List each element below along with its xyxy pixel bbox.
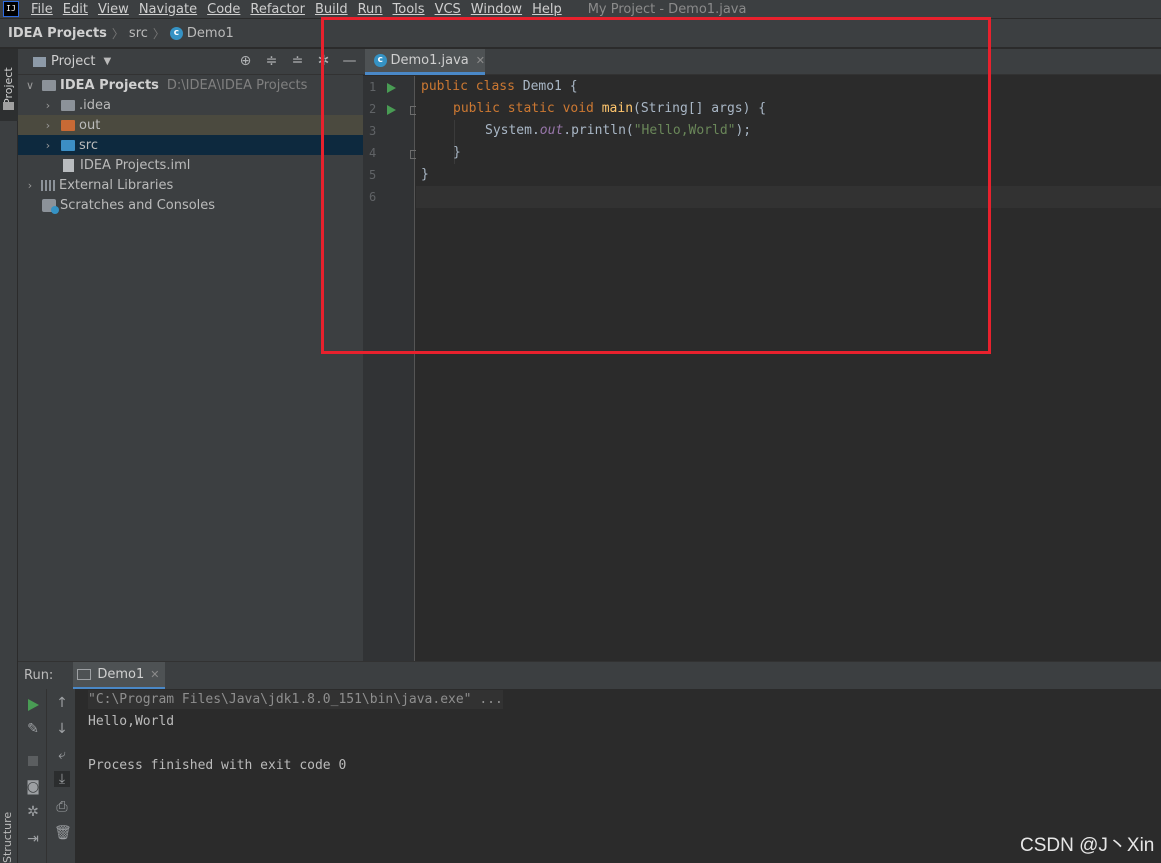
tree-item-label: External Libraries [59, 177, 174, 193]
left-tool-strip: Project Structure [0, 49, 18, 863]
scroll-to-end-icon[interactable]: ⤓ [54, 771, 70, 787]
arrow-down-icon[interactable]: ↓ [54, 721, 70, 737]
close-icon[interactable]: ✕ [150, 668, 159, 681]
chevron-down-icon[interactable]: ▼ [103, 56, 111, 67]
intellij-logo-icon: IJ [3, 1, 19, 17]
tree-item-src[interactable]: › src [18, 135, 363, 155]
soft-wrap-icon[interactable]: ⤶ [54, 747, 70, 763]
run-toolbar-primary: ✎ ◙ ✲ ⇥ [18, 689, 47, 863]
tree-item-iml[interactable]: IDEA Projects.iml [18, 155, 363, 175]
arrow-up-icon[interactable]: ↑ [54, 695, 70, 711]
breadcrumb-demo1[interactable]: Demo1 [187, 26, 234, 41]
console-output-line: Hello,World [88, 714, 175, 729]
menu-file[interactable]: File [31, 2, 53, 17]
collapse-all-icon[interactable]: ≐ [290, 54, 305, 69]
java-class-icon: c [169, 26, 183, 40]
project-tool-tab-label: Project [2, 67, 15, 105]
project-panel-header: Project ▼ ⊕ ≑ ≐ ✲ — [18, 49, 363, 75]
run-tab-demo1[interactable]: Demo1 ✕ [73, 661, 166, 690]
trash-icon[interactable]: 🗑 [54, 825, 72, 841]
tree-item-idea-projects[interactable]: ∨ IDEA Projects D:\IDEA\IDEA Projects [18, 75, 363, 95]
breadcrumb-separator-icon: 〉 [152, 26, 165, 41]
project-view-icon [33, 56, 46, 67]
locate-file-icon[interactable]: ⊕ [238, 54, 253, 69]
tree-item-external-libraries[interactable]: › External Libraries [18, 175, 363, 195]
menu-edit[interactable]: Edit [63, 2, 88, 17]
chevron-right-icon[interactable]: › [42, 119, 54, 132]
tree-item-label: out [79, 117, 101, 133]
project-panel: Project ▼ ⊕ ≑ ≐ ✲ — ∨ IDEA Projects D:\I… [18, 49, 363, 661]
structure-tool-tab-label: Structure [1, 811, 14, 863]
chevron-right-icon[interactable]: › [24, 179, 36, 192]
tree-item-label: Scratches and Consoles [60, 197, 216, 213]
scratches-icon [42, 198, 59, 214]
project-view-selector[interactable]: Project [51, 54, 95, 69]
tree-item-out[interactable]: › out [18, 115, 363, 135]
window-title: My Project - Demo1.java [587, 1, 747, 17]
output-folder-icon [61, 119, 75, 131]
wrench-icon[interactable]: ✎ [25, 721, 41, 737]
menu-bar: IJ File Edit View Navigate Code Refactor… [0, 0, 1161, 18]
folder-icon [3, 102, 14, 110]
chevron-down-icon[interactable]: ∨ [24, 79, 36, 92]
run-console[interactable]: "C:\Program Files\Java\jdk1.8.0_151\bin\… [76, 689, 1161, 863]
rerun-icon[interactable] [25, 697, 41, 713]
console-icon [77, 668, 92, 680]
run-toolbar-secondary: ↑ ↓ ⤶ ⤓ ⎙ 🗑 [47, 689, 76, 863]
tree-item-scratches[interactable]: Scratches and Consoles [18, 195, 363, 215]
menu-code[interactable]: Code [207, 2, 240, 17]
source-folder-icon [61, 139, 75, 151]
menu-view[interactable]: View [98, 2, 129, 17]
breadcrumb-project[interactable]: IDEA Projects [8, 26, 107, 41]
tree-item-label: .idea [79, 97, 111, 113]
iml-file-icon [63, 158, 74, 172]
tree-item-path: D:\IDEA\IDEA Projects [166, 77, 308, 93]
watermark: CSDN @J丶Xin [1020, 835, 1155, 856]
run-tab-label: Demo1 [97, 666, 145, 682]
tree-item-label: src [79, 137, 98, 153]
tree-item-label: IDEA Projects.iml [80, 157, 191, 173]
module-folder-icon [42, 79, 56, 91]
menu-tools[interactable]: Tools [393, 2, 425, 17]
console-exit-line: Process finished with exit code 0 [88, 758, 347, 773]
expand-all-icon[interactable]: ≑ [264, 54, 279, 69]
run-panel-label: Run: [24, 668, 54, 683]
console-command-line: "C:\Program Files\Java\jdk1.8.0_151\bin\… [88, 690, 503, 709]
library-icon [41, 179, 55, 191]
project-tool-tab[interactable]: Project [0, 49, 18, 121]
exit-icon[interactable]: ⇥ [25, 831, 41, 847]
menu-navigate[interactable]: Navigate [139, 2, 197, 17]
menu-refactor[interactable]: Refactor [250, 2, 305, 17]
run-panel-header: Run: Demo1 ✕ [18, 661, 1161, 690]
chevron-right-icon[interactable]: › [42, 99, 54, 112]
menu-window[interactable]: Window [471, 2, 522, 17]
menu-help[interactable]: Help [532, 2, 562, 17]
tree-item-idea-folder[interactable]: › .idea [18, 95, 363, 115]
menu-run[interactable]: Run [358, 2, 383, 17]
chevron-right-icon[interactable]: › [42, 139, 54, 152]
folder-icon [61, 99, 75, 111]
settings-icon[interactable]: ✲ [25, 804, 41, 820]
menu-vcs[interactable]: VCS [435, 2, 461, 17]
stop-icon[interactable] [25, 753, 41, 769]
breadcrumb-src[interactable]: src [129, 26, 148, 41]
camera-icon[interactable]: ◙ [25, 779, 41, 795]
print-icon[interactable]: ⎙ [54, 799, 70, 815]
tree-item-label: IDEA Projects [60, 77, 159, 93]
annotation-highlight-box [321, 17, 991, 354]
breadcrumb-separator-icon: 〉 [111, 26, 124, 41]
menu-build[interactable]: Build [315, 2, 348, 17]
